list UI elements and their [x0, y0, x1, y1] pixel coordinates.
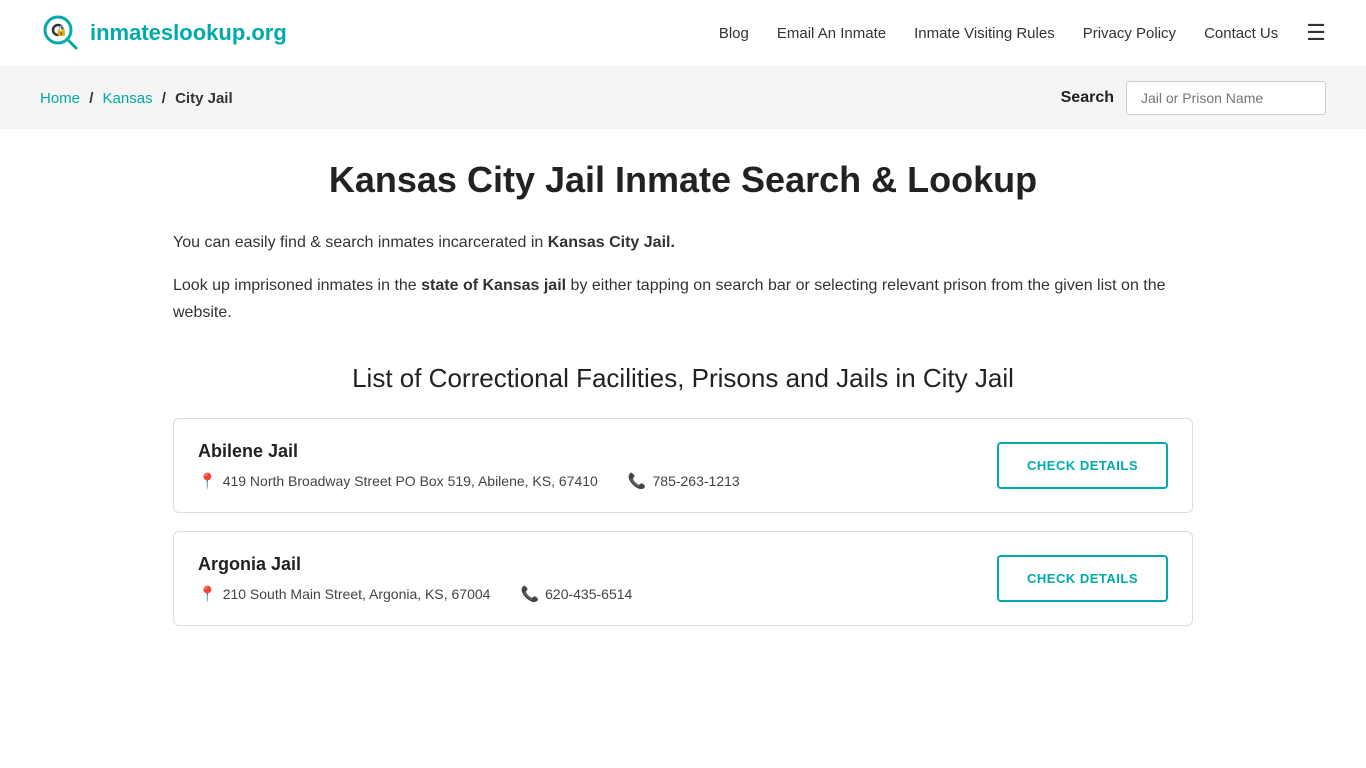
nav-privacy-policy[interactable]: Privacy Policy: [1083, 25, 1176, 42]
facility-card-0: Abilene Jail 📍 419 North Broadway Street…: [173, 418, 1193, 513]
facility-meta-0: 📍 419 North Broadway Street PO Box 519, …: [198, 472, 997, 490]
facility-phone-1: 📞 620-435-6514: [520, 585, 632, 603]
nav-contact-us[interactable]: Contact Us: [1204, 25, 1278, 42]
check-details-button-1[interactable]: CHECK DETAILS: [997, 555, 1168, 602]
facility-meta-1: 📍 210 South Main Street, Argonia, KS, 67…: [198, 585, 997, 603]
breadcrumb-bar: Home / Kansas / City Jail Search: [0, 67, 1366, 129]
logo[interactable]: 🔒 inmateslookup.org: [40, 12, 287, 54]
intro-paragraph-2: Look up imprisoned inmates in the state …: [173, 272, 1193, 326]
logo-text: inmateslookup.org: [90, 20, 287, 46]
nav-visiting-rules[interactable]: Inmate Visiting Rules: [914, 25, 1055, 42]
breadcrumb-sep-1: /: [89, 90, 97, 107]
location-icon-1: 📍: [198, 585, 217, 603]
facility-name-1: Argonia Jail: [198, 554, 997, 575]
breadcrumb-home[interactable]: Home: [40, 90, 80, 107]
phone-icon-0: 📞: [628, 472, 647, 490]
phone-icon-1: 📞: [520, 585, 539, 603]
svg-text:🔒: 🔒: [55, 25, 67, 37]
facility-info-1: Argonia Jail 📍 210 South Main Street, Ar…: [198, 554, 997, 603]
check-details-button-0[interactable]: CHECK DETAILS: [997, 442, 1168, 489]
location-icon-0: 📍: [198, 472, 217, 490]
hamburger-menu-icon[interactable]: ☰: [1306, 20, 1326, 46]
nav-email-inmate[interactable]: Email An Inmate: [777, 25, 886, 42]
facility-card-1: Argonia Jail 📍 210 South Main Street, Ar…: [173, 531, 1193, 626]
facility-info-0: Abilene Jail 📍 419 North Broadway Street…: [198, 441, 997, 490]
search-input[interactable]: [1126, 81, 1326, 115]
facility-address-0: 📍 419 North Broadway Street PO Box 519, …: [198, 472, 598, 490]
page-title: Kansas City Jail Inmate Search & Lookup: [173, 159, 1193, 201]
search-area: Search: [1061, 81, 1326, 115]
breadcrumb-current: City Jail: [175, 90, 233, 107]
logo-icon: 🔒: [40, 12, 82, 54]
site-header: 🔒 inmateslookup.org Blog Email An Inmate…: [0, 0, 1366, 67]
facility-phone-0: 📞 785-263-1213: [628, 472, 740, 490]
search-label: Search: [1061, 89, 1114, 107]
facility-list: Abilene Jail 📍 419 North Broadway Street…: [173, 418, 1193, 626]
facility-address-1: 📍 210 South Main Street, Argonia, KS, 67…: [198, 585, 490, 603]
main-content: Kansas City Jail Inmate Search & Lookup …: [133, 129, 1233, 704]
breadcrumb: Home / Kansas / City Jail: [40, 90, 233, 107]
section-title: List of Correctional Facilities, Prisons…: [173, 363, 1193, 394]
main-nav: Blog Email An Inmate Inmate Visiting Rul…: [719, 20, 1326, 46]
nav-blog[interactable]: Blog: [719, 25, 749, 42]
breadcrumb-state[interactable]: Kansas: [103, 90, 153, 107]
breadcrumb-sep-2: /: [162, 90, 170, 107]
facility-name-0: Abilene Jail: [198, 441, 997, 462]
intro-paragraph-1: You can easily find & search inmates inc…: [173, 229, 1193, 256]
